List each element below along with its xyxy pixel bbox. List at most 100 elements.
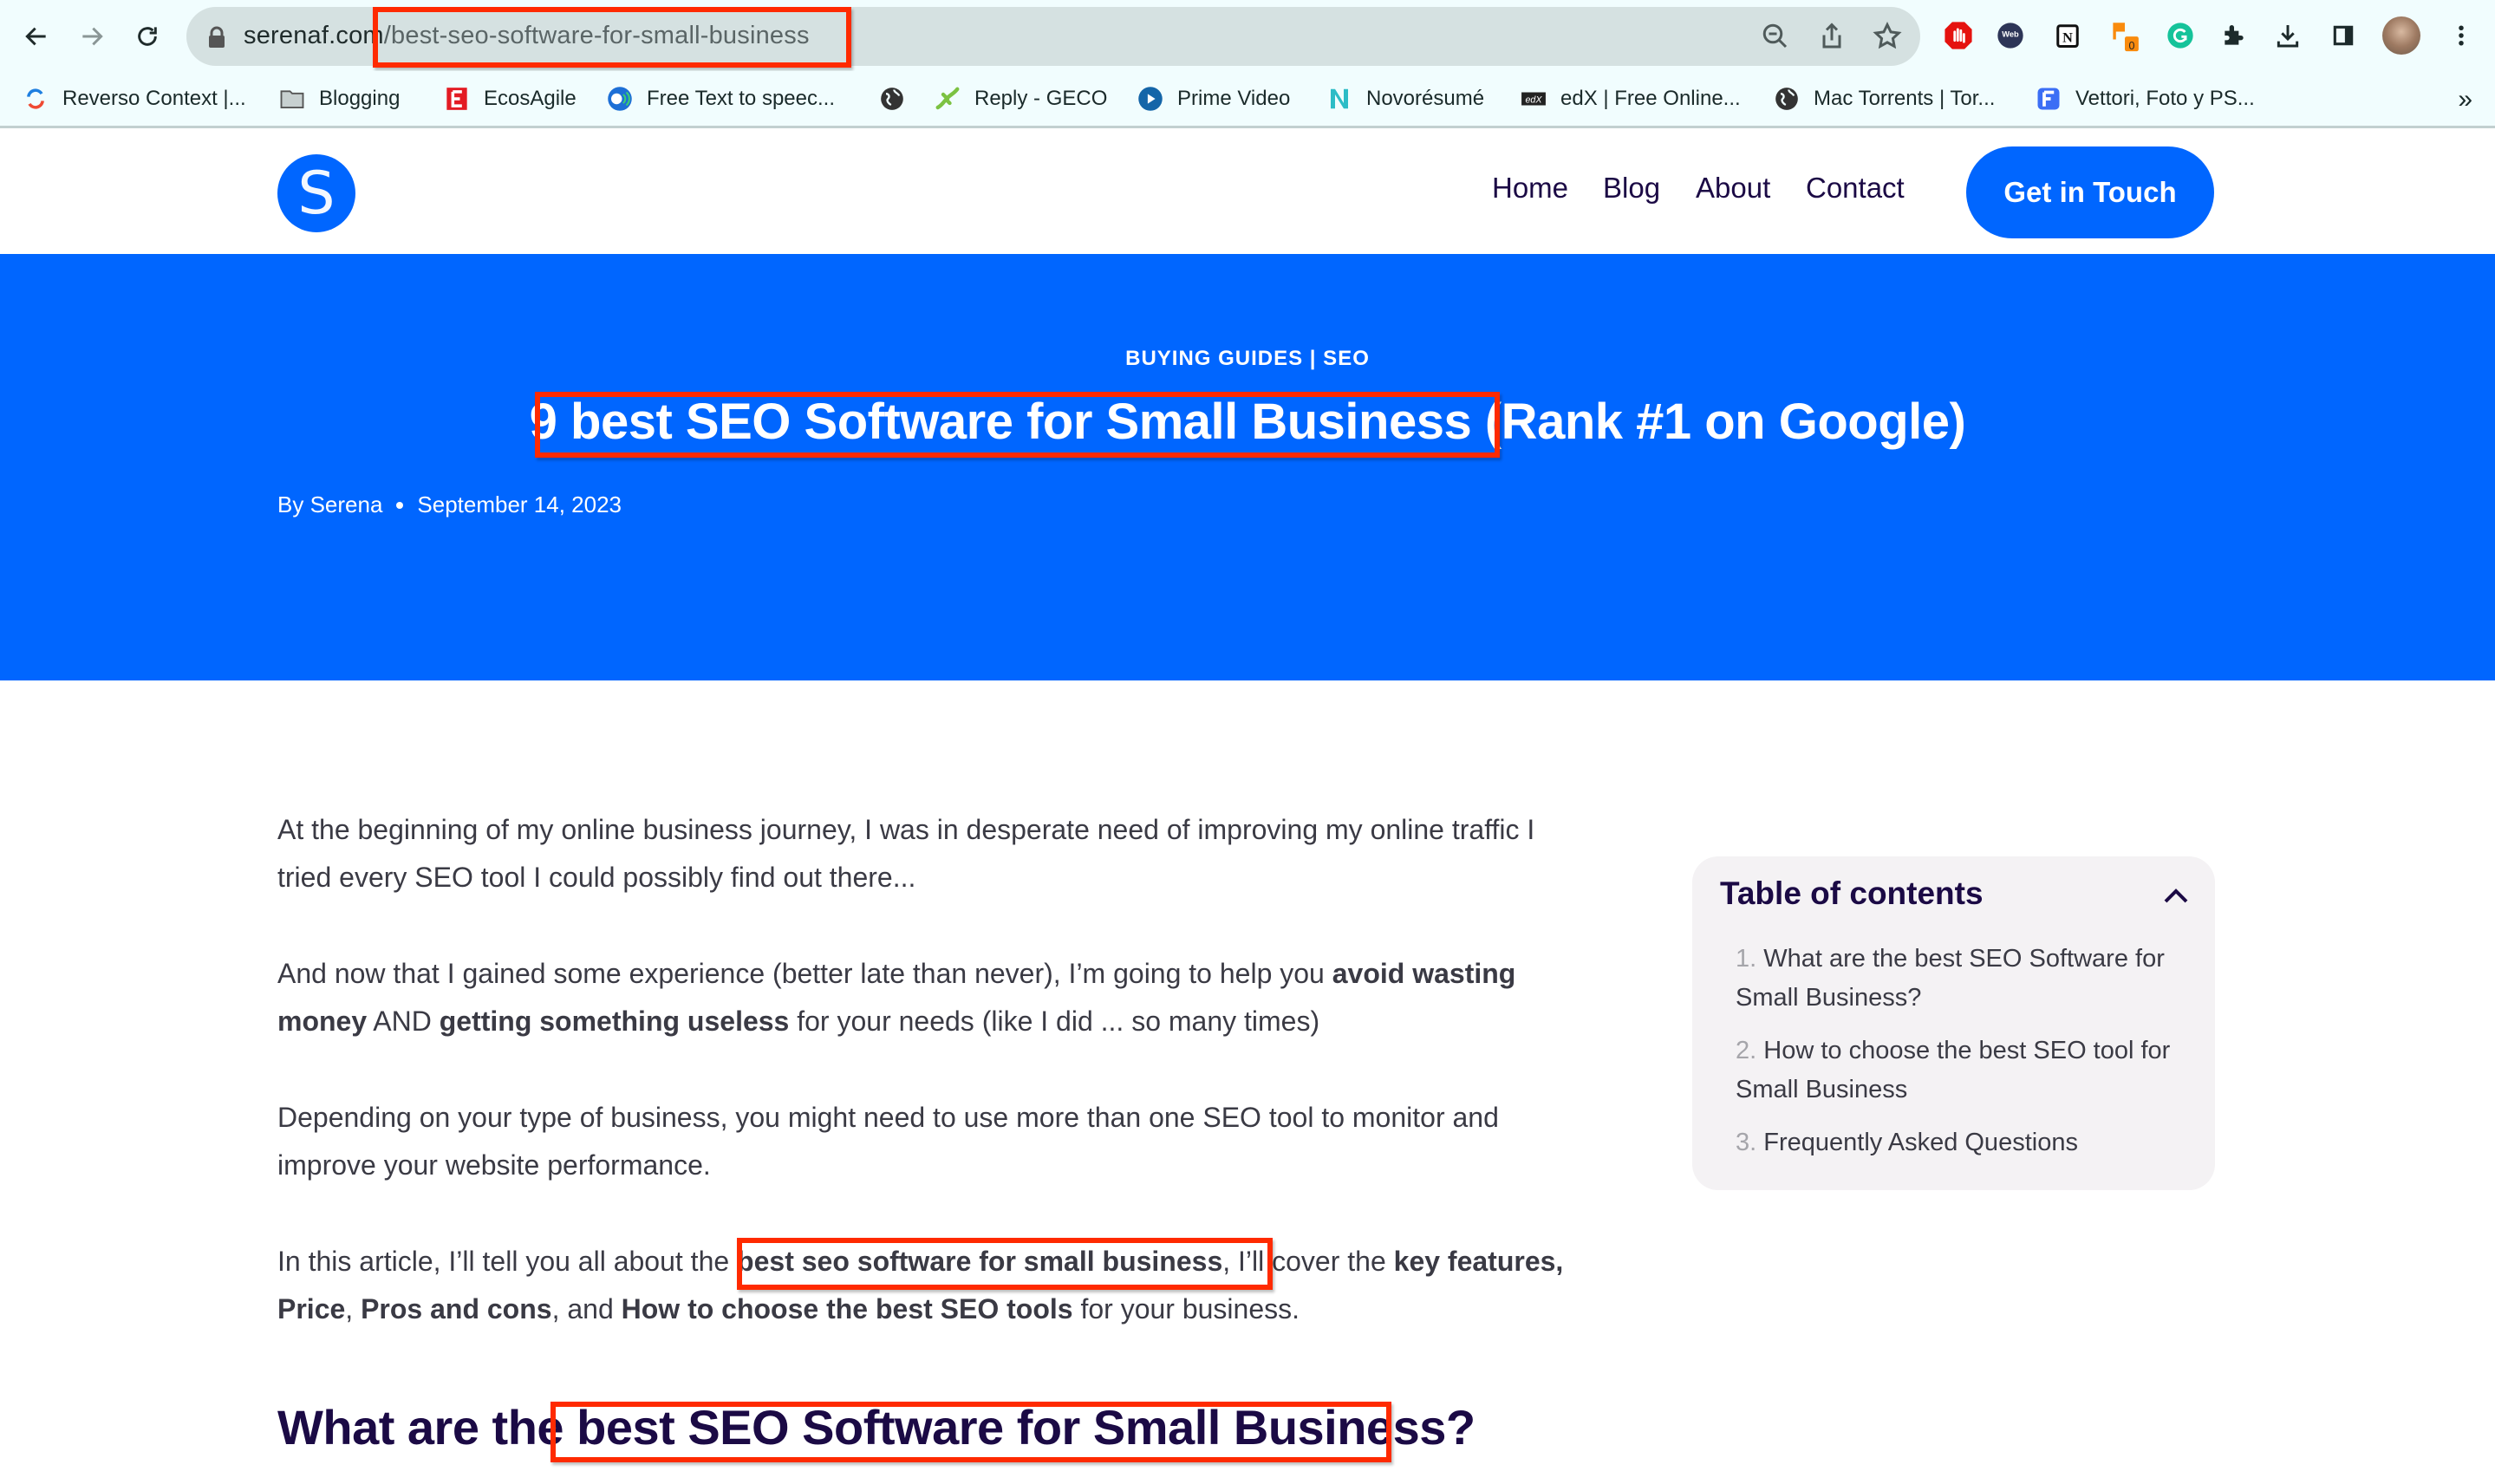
post-categories[interactable]: BUYING GUIDES | SEO (0, 347, 2495, 371)
toc-title[interactable]: Table of contents (1720, 875, 1984, 912)
bold-text: best seo software for small business (737, 1246, 1223, 1277)
svg-text:edX: edX (1525, 94, 1542, 105)
toc-item-number: 1. (1736, 945, 1757, 973)
forward-button[interactable] (73, 17, 111, 55)
title-highlight: best SEO Software for Small Business (570, 394, 1472, 450)
lock-icon (209, 26, 225, 48)
table-of-contents: Table of contents 1. What are the best S… (1692, 856, 2215, 1190)
bookmark-prime-video[interactable]: Prime Video (1137, 83, 1290, 114)
heading-highlight: best SEO Software for Small Business (577, 1400, 1446, 1455)
bookmark-label: Blogging (319, 87, 401, 110)
section-heading: What are the best SEO Software for Small… (277, 1399, 1476, 1455)
bookmark-novoresume[interactable]: Novorésumé (1326, 83, 1484, 114)
back-button[interactable] (17, 17, 55, 55)
get-in-touch-button[interactable]: Get in Touch (1966, 146, 2214, 238)
toc-item[interactable]: 2. How to choose the best SEO tool for S… (1736, 1032, 2186, 1110)
geco-icon (935, 86, 961, 112)
download-icon (2277, 25, 2299, 48)
freepik-icon (2036, 86, 2062, 112)
adblock-icon (1945, 22, 1972, 49)
toc-item-number: 3. (1736, 1129, 1757, 1156)
reload-button[interactable] (128, 17, 166, 55)
browser-menu-button[interactable] (2445, 19, 2478, 52)
title-suffix: (Rank #1 on Google) (1471, 394, 1966, 450)
article-body: At the beginning of my online business j… (277, 806, 1595, 1382)
zoom-out-icon[interactable] (1760, 21, 1791, 52)
grammarly-icon (2167, 23, 2193, 49)
webchatgpt-icon: Web (1997, 23, 2023, 49)
toc-item-label[interactable]: Frequently Asked Questions (1763, 1129, 2078, 1156)
chevron-up-icon[interactable] (2161, 884, 2191, 907)
extension-badge: 0 (2128, 40, 2134, 52)
bookmark-label: edX | Free Online... (1560, 87, 1741, 110)
text: AND (367, 1006, 440, 1037)
toc-item[interactable]: 3. Frequently Asked Questions (1736, 1123, 2186, 1162)
bookmark-ecosagile[interactable]: EcosAgile (444, 83, 577, 114)
notion-extension[interactable]: N (2051, 19, 2084, 52)
post-date: September 14, 2023 (417, 491, 622, 517)
bookmark-globe[interactable] (879, 83, 919, 114)
more-vertical-icon (2459, 25, 2464, 46)
back-arrow-icon (25, 27, 46, 46)
site-logo[interactable]: S (277, 154, 355, 232)
nav-about[interactable]: About (1696, 172, 1770, 205)
address-bar[interactable]: serenaf.com/best-seo-software-for-small-… (186, 7, 1920, 66)
nav-contact[interactable]: Contact (1806, 172, 1905, 205)
text: , and (551, 1293, 622, 1325)
bookmark-label: Prime Video (1177, 87, 1291, 110)
text: , I’ll cover the (1222, 1246, 1394, 1277)
bookmark-folder-blogging[interactable]: Blogging (279, 83, 400, 114)
bookmark-label: Vettori, Foto y PS... (2075, 87, 2255, 110)
toc-item-label[interactable]: What are the best SEO Software for Small… (1736, 945, 2165, 1012)
globe-icon (1774, 86, 1800, 112)
text: In this article, I’ll tell you all about… (277, 1246, 738, 1277)
bookmark-tts[interactable]: Free Text to speec... (607, 83, 835, 114)
bookmark-geco[interactable]: Reply - GECO (935, 83, 1107, 114)
extensions-button[interactable] (2218, 19, 2251, 52)
paragraph-overview: In this article, I’ll tell you all about… (277, 1238, 1595, 1333)
novoresume-icon (1326, 86, 1352, 112)
bookmark-mac-torrents[interactable]: Mac Torrents | Tor... (1774, 83, 1995, 114)
url-domain: serenaf.com (244, 22, 384, 49)
adblock-extension[interactable] (1942, 19, 1975, 52)
webchatgpt-extension[interactable]: Web (1994, 19, 2027, 52)
bookmark-freepik[interactable]: Vettori, Foto y PS... (2036, 83, 2255, 114)
url-path: /best-seo-software-for-small-business (383, 22, 810, 49)
prime-video-icon (1137, 86, 1163, 112)
byline-separator-dot (396, 501, 404, 509)
downloads-button[interactable] (2271, 19, 2304, 52)
bookmarks-overflow-button[interactable]: » (2458, 85, 2472, 114)
toc-item-label[interactable]: How to choose the best SEO tool for Smal… (1736, 1037, 2170, 1103)
svg-text:Web: Web (2002, 29, 2019, 38)
bookmark-label: Mac Torrents | Tor... (1814, 87, 1996, 110)
bold-text: How to choose the best SEO tools (621, 1293, 1073, 1325)
side-panel-icon (2333, 25, 2354, 46)
bookmark-label: Reply - GECO (974, 87, 1108, 110)
nav-blog[interactable]: Blog (1603, 172, 1660, 205)
post-byline: By Serena September 14, 2023 (277, 491, 622, 518)
bookmark-label: Reverso Context |... (62, 87, 246, 110)
post-author[interactable]: By Serena (277, 491, 382, 518)
browser-toolbar: serenaf.com/best-seo-software-for-small-… (0, 0, 2495, 71)
forward-arrow-icon (82, 27, 103, 46)
grammarly-extension[interactable] (2164, 19, 2197, 52)
side-panel-button[interactable] (2327, 19, 2360, 52)
bookmark-reverso[interactable]: Reverso Context |... (23, 83, 246, 114)
bookmark-edx[interactable]: edX edX | Free Online... (1521, 83, 1741, 114)
puzzle-icon (2225, 25, 2244, 45)
bold-text: Pros and cons (361, 1293, 552, 1325)
url-text[interactable]: serenaf.com/best-seo-software-for-small-… (244, 22, 810, 50)
toc-item[interactable]: 1. What are the best SEO Software for Sm… (1736, 940, 2186, 1018)
bookmark-label: Novorésumé (1366, 87, 1485, 110)
profile-avatar[interactable] (2382, 16, 2420, 55)
bookmark-label: Free Text to speec... (647, 87, 835, 110)
site-header: S Home Blog About Contact Get in Touch (0, 128, 2495, 254)
audio-extension-icon: 0 (2113, 23, 2139, 52)
text: And now that I gained some experience (b… (277, 958, 1332, 989)
notion-icon: N (2056, 24, 2079, 48)
audio-extension[interactable]: 0 (2108, 19, 2141, 52)
folder-icon (279, 86, 305, 112)
bookmark-star-icon[interactable] (1872, 21, 1903, 52)
share-icon[interactable] (1816, 21, 1847, 52)
nav-home[interactable]: Home (1492, 172, 1568, 205)
